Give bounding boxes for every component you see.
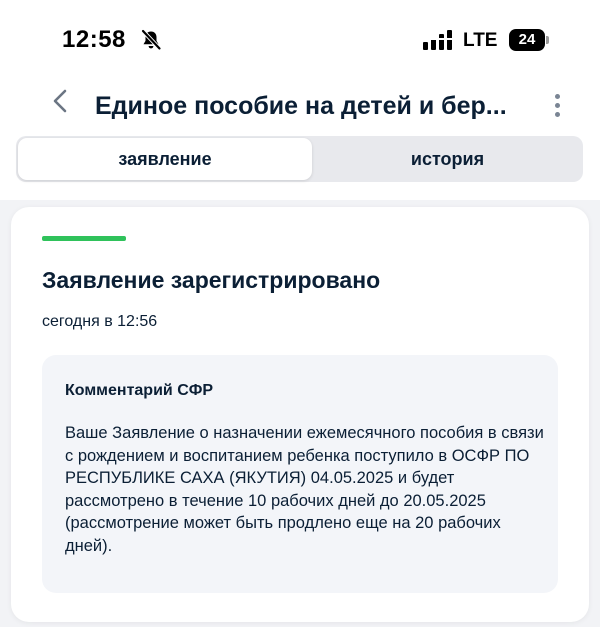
more-vertical-icon[interactable] [550,92,566,120]
status-card: Заявление зарегистрировано сегодня в 12:… [11,207,589,622]
status-title: Заявление зарегистрировано [42,267,381,293]
tab-application[interactable]: заявление [18,138,312,180]
status-bar: 12:58 LTE 24 [0,0,600,80]
signal-icon [423,30,452,50]
battery-level: 24 [509,29,545,51]
battery-tip [546,36,549,44]
status-indicator [42,236,126,241]
network-label: LTE [463,30,498,51]
comment-title: Комментарий СФР [65,382,214,399]
comment-box: Комментарий СФР Ваше Заявление о назначе… [42,355,558,593]
page-title: Единое пособие на детей и бер... [95,92,507,120]
tab-history[interactable]: история [314,138,581,180]
comment-text: Ваше Заявление о назначении ежемесячного… [65,424,544,555]
status-time: 12:58 [62,26,126,53]
battery-icon: 24 [509,29,549,51]
tab-bar: заявление история [16,136,583,182]
bell-muted-icon [141,29,161,50]
status-timestamp: сегодня в 12:56 [42,313,158,330]
chevron-left-icon[interactable] [48,88,74,114]
